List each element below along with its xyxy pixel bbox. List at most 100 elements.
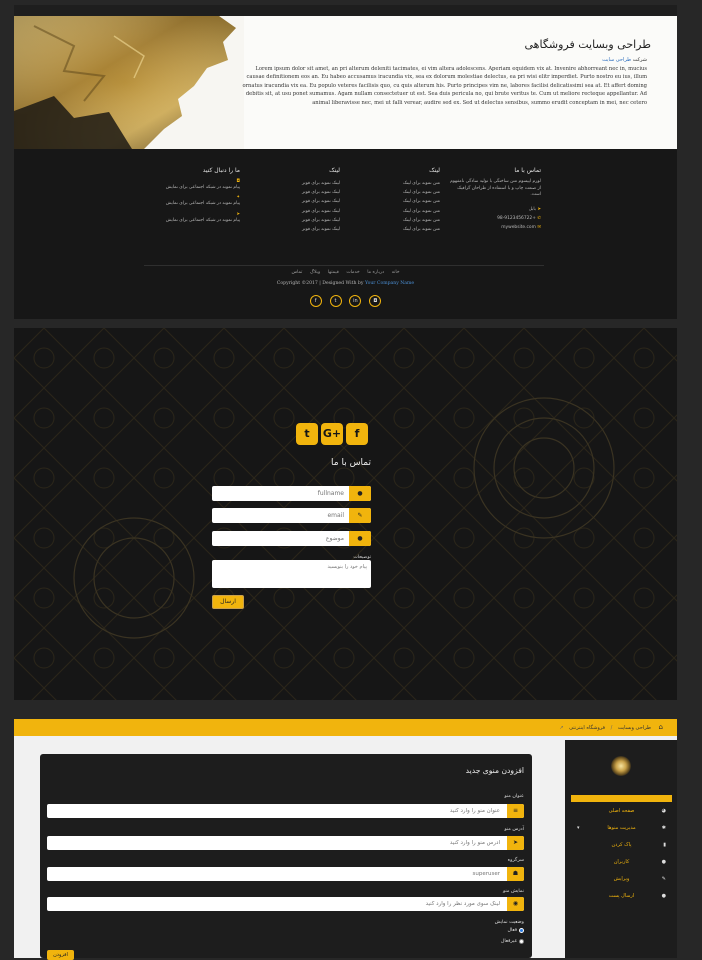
top-strip [14,5,677,16]
email-input[interactable] [214,510,344,521]
breadcrumb-item[interactable]: فروشگاه اینترنتی [569,725,605,731]
site-logo [611,756,631,776]
sidebar-item-post[interactable]: ● ارسال پست [571,889,672,904]
radio-dot[interactable] [519,939,524,944]
follow-post[interactable]: پیام نمونه در شبکه اجتماعی برای نمایش [155,218,240,224]
sidebar-item-label: ویرایش [613,876,630,882]
menu-display-input[interactable] [50,899,500,909]
footer-link[interactable]: لینک نمونه برای فوتر [265,225,340,234]
footer-links-2: لینک لینک نمونه برای فوتر لینک نمونه برا… [265,168,340,234]
footer-link[interactable]: لینک نمونه برای فوتر [265,216,340,225]
message-textarea[interactable] [212,560,371,588]
footer-nav-item[interactable]: خدمات [346,270,359,275]
sidebar-item-users[interactable]: ● کاربران [571,855,672,870]
twitter-icon[interactable]: t [296,423,318,445]
sidebar-item-edit[interactable]: ✎ ویرایش [571,872,672,887]
contact-section: tG+f تماس با ما ● ✎ ● توضیحات ارسال [14,328,677,700]
field-label: سرگروه [507,858,524,863]
sidebar-item-delete[interactable]: ▮ پاک کردن [571,838,672,853]
follow-post[interactable]: پیام نمونه در شبکه اجتماعی برای نمایش [155,201,240,207]
hero-subtitle-prefix: شرکت [632,57,647,63]
footer-link[interactable]: متن نمونه برای لینک [365,179,440,188]
status-inactive-radio[interactable]: غیرفعال [501,939,524,944]
twitter-icon[interactable]: t [329,295,342,307]
footer-link[interactable]: لینک نمونه برای فوتر [265,188,340,197]
footer-contact-desc: لورم ایپسوم متن ساختگی با تولید سادگی نا… [450,179,541,198]
fullname-field: ● [212,486,371,501]
email-text: mywebsite.com [501,225,536,231]
copyright-link[interactable]: Your Company Name [365,281,414,286]
footer-email[interactable]: ✉ mywebsite.com [446,223,541,232]
footer-contact-heading: تماس با ما [514,167,541,174]
users-icon: ☗ [507,867,524,881]
radio-dot[interactable] [519,928,524,933]
edit-icon: ✎ [661,876,666,882]
footer-nav-item[interactable]: وبلاگ [310,270,320,275]
footer-link[interactable]: متن نمونه برای لینک [365,207,440,216]
footer-nav-item[interactable]: تماس [291,270,302,275]
instagram-icon[interactable]: ◘ [369,295,382,307]
submit-button[interactable]: افزودن [47,950,74,960]
facebook-icon[interactable]: f [346,423,368,445]
home-icon[interactable]: ⌂ [659,723,663,731]
hero-banner: طراحی وبسایت فروشگاهی شرکت طراحی سایت Lo… [14,16,677,149]
breadcrumb-separator: / [610,725,613,731]
linkedin-icon[interactable]: in [349,295,362,307]
field-label: نمایش منو [502,889,524,894]
footer-link[interactable]: متن نمونه برای لینک [365,225,440,234]
menu-display-field: ◉ [47,897,524,911]
add-menu-form: افزودن منوی جدید عنوان منو ≡ آدرس منو ➤ … [40,754,532,960]
footer-link[interactable]: لینک نمونه برای فوتر [265,179,340,188]
menu-title-field: ≡ [47,804,524,818]
sidebar-item-menus[interactable]: ✱ مدیریت منوها ▾ [571,821,672,836]
menu-title-input[interactable] [50,806,500,816]
footer-contact: تماس با ما لورم ایپسوم متن ساختگی با تول… [446,168,541,232]
subject-input[interactable] [214,533,344,544]
footer-link[interactable]: لینک نمونه برای فوتر [265,207,340,216]
contact-social-icons: t G+ f [293,423,373,445]
map-pin-icon: ➤ [537,206,541,212]
menu-group-input[interactable] [50,869,500,879]
sidebar-item-label: مدیریت منوها [607,825,636,831]
field-label: آدرس منو [504,827,524,832]
external-link-icon: ↗ [559,725,564,731]
menu-url-input[interactable] [50,838,500,848]
user-icon: ● [349,486,371,501]
hero-subtitle-link[interactable]: طراحی سایت [602,57,631,63]
sidebar-item-home[interactable]: ◕ صفحه اصلی [571,804,672,819]
breadcrumb-item[interactable]: طراحی وبسایت [618,725,651,731]
list-icon: ≡ [507,804,524,818]
footer-socials: f t in ◘ [14,295,677,307]
follow-post[interactable]: پیام نمونه در شبکه اجتماعی برای نمایش [155,185,240,191]
footer-link[interactable]: متن نمونه برای لینک [365,188,440,197]
footer-divider [144,265,544,266]
chevron-down-icon: ▾ [577,825,580,831]
footer-nav-item[interactable]: قیمتها [328,270,339,275]
envelope-icon: ✉ [537,225,541,231]
eye-icon: ◉ [507,897,524,911]
footer-link[interactable]: لینک نمونه برای فوتر [265,197,340,206]
copyright: Copyright ©2017 | Designed With by Your … [14,281,677,286]
email-field: ✎ [212,508,371,523]
status-active-radio[interactable]: فعال [507,928,524,933]
phone-text: +98-9123456722 [497,215,536,221]
footer-address: ➤ بابل [446,205,541,214]
sidebar-accent-bar [571,795,672,802]
copyright-text: Copyright ©2017 | Designed With by [276,281,364,286]
fullname-input[interactable] [214,488,344,499]
admin-sidebar: ◕ صفحه اصلی ✱ مدیریت منوها ▾ ▮ پاک کردن ● کار… [565,740,677,958]
menu-group-field: ☗ [47,867,524,881]
send-button[interactable]: ارسال [212,595,244,609]
footer-nav-item[interactable]: درباره ما [367,270,384,275]
facebook-icon[interactable]: f [309,295,322,307]
footer-nav-item[interactable]: خانه [392,270,400,275]
menu-url-field: ➤ [47,836,524,850]
footer-link[interactable]: متن نمونه برای لینک [365,197,440,206]
footer-links-1-heading: لینک [429,167,440,174]
footer-link[interactable]: متن نمونه برای لینک [365,216,440,225]
breadcrumb: ⌂ طراحی وبسایت / فروشگاه اینترنتی ↗ [555,719,663,736]
field-label: عنوان منو [504,794,524,799]
tag-icon: ✎ [349,508,371,523]
sidebar-item-label: پاک کردن [611,842,632,848]
google-plus-icon[interactable]: G+ [321,423,343,445]
